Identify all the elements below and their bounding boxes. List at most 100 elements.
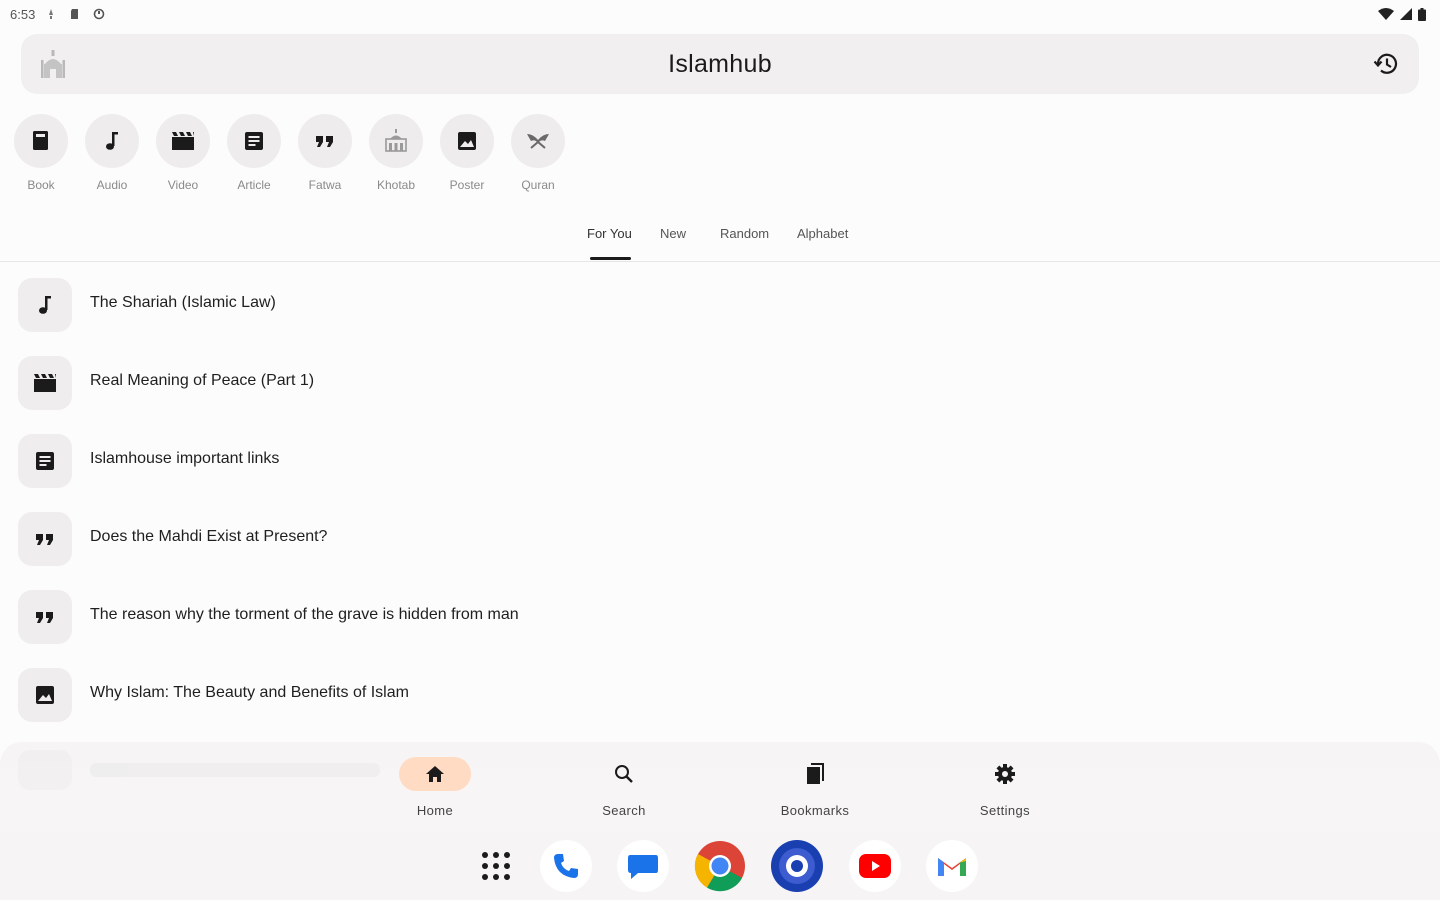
signal-icon: [1400, 8, 1412, 20]
category-label: Book: [27, 178, 55, 192]
tab-new[interactable]: New: [660, 226, 686, 241]
quote-icon: [36, 534, 53, 545]
nav-settings[interactable]: Settings: [945, 757, 1065, 818]
nav-bookmarks[interactable]: Bookmarks: [755, 757, 875, 818]
nav-label: Home: [416, 803, 454, 818]
chat-icon: [628, 855, 658, 879]
list-item[interactable]: Real Meaning of Peace (Part 1): [0, 348, 1440, 418]
list-item-title: Islamhouse important links: [90, 450, 280, 467]
list-item[interactable]: The reason why the torment of the grave …: [0, 582, 1440, 652]
article-icon: [245, 132, 263, 150]
item-type-badge: [18, 356, 72, 410]
app-drawer-button[interactable]: [470, 840, 522, 892]
list-item-title: Real Meaning of Peace (Part 1): [90, 372, 315, 389]
sd-card-icon: [71, 9, 79, 19]
item-type-badge: [18, 512, 72, 566]
nav-label: Search: [602, 803, 646, 818]
nav-search[interactable]: Search: [564, 757, 684, 818]
category-article[interactable]: Article: [227, 114, 281, 192]
clapperboard-icon: [34, 374, 56, 392]
category-book-button[interactable]: [14, 114, 68, 168]
peek-item-text: [90, 763, 380, 777]
list-item[interactable]: Does the Mahdi Exist at Present?: [0, 504, 1440, 574]
history-icon[interactable]: [1373, 50, 1401, 78]
notification-icon: [49, 9, 54, 19]
category-quran[interactable]: Quran: [511, 114, 565, 192]
nav-home-pill[interactable]: [399, 757, 471, 791]
chrome-app[interactable]: [694, 840, 746, 892]
category-audio-button[interactable]: [85, 114, 139, 168]
camera-app[interactable]: [771, 840, 823, 892]
image-icon: [458, 132, 476, 150]
list-item-title: The Shariah (Islamic Law): [90, 294, 276, 311]
music-note-icon: [39, 296, 51, 314]
category-label: Fatwa: [308, 178, 342, 192]
category-quran-button[interactable]: [511, 114, 565, 168]
category-label: Quran: [521, 178, 555, 192]
sync-icon: [94, 8, 105, 20]
category-khotab-button[interactable]: [369, 114, 423, 168]
category-fatwa[interactable]: Fatwa: [298, 114, 352, 192]
tab-alphabet[interactable]: Alphabet: [797, 226, 848, 241]
category-row: Book Audio Video Article Fatwa Khotab Po…: [14, 114, 565, 192]
category-label: Audio: [96, 178, 128, 192]
list-item[interactable]: Islamhouse important links: [0, 426, 1440, 496]
list-item-title: The reason why the torment of the grave …: [90, 606, 519, 623]
tab-random[interactable]: Random: [720, 226, 769, 241]
category-article-button[interactable]: [227, 114, 281, 168]
nav-settings-pill[interactable]: [969, 757, 1041, 791]
item-type-badge: [18, 278, 72, 332]
tab-for-you[interactable]: For You: [587, 226, 632, 241]
top-app-bar: Islamhub: [21, 34, 1419, 94]
nav-label: Bookmarks: [780, 803, 850, 818]
nav-home[interactable]: Home: [375, 757, 495, 818]
peek-item-box: [18, 750, 72, 790]
bookmarks-icon: [807, 763, 824, 784]
wifi-icon: [1378, 8, 1394, 20]
youtube-icon: [859, 854, 891, 878]
nav-label: Settings: [979, 803, 1031, 818]
image-icon: [36, 686, 54, 704]
page-title: Islamhub: [668, 49, 772, 78]
category-label: Article: [237, 178, 271, 192]
category-audio[interactable]: Audio: [85, 114, 139, 192]
tab-active-indicator: [590, 257, 631, 260]
status-time: 6:53: [10, 6, 36, 22]
category-label: Poster: [449, 178, 485, 192]
list-item[interactable]: Why Islam: The Beauty and Benefits of Is…: [0, 660, 1440, 730]
category-book[interactable]: Book: [14, 114, 68, 192]
category-video-button[interactable]: [156, 114, 210, 168]
status-bar: 6:53: [0, 0, 1440, 28]
gmail-app[interactable]: [926, 840, 978, 892]
scrolled-list-item-peek: [18, 750, 380, 790]
gmail-icon: [938, 858, 966, 876]
mosque-icon: [385, 129, 407, 152]
category-khotab[interactable]: Khotab: [369, 114, 423, 192]
category-poster[interactable]: Poster: [440, 114, 494, 192]
nav-search-pill[interactable]: [588, 757, 660, 791]
list-item-title: Does the Mahdi Exist at Present?: [90, 528, 328, 545]
bottom-navigation: Home Search Bookmarks Settings: [0, 742, 1440, 832]
category-label: Video: [167, 178, 199, 192]
search-icon: [615, 765, 633, 783]
list-item[interactable]: The Shariah (Islamic Law): [0, 270, 1440, 340]
tab-bar: For You New Random Alphabet: [0, 220, 1440, 262]
nav-bookmarks-pill[interactable]: [779, 757, 851, 791]
item-type-badge: [18, 434, 72, 488]
quran-icon: [527, 134, 549, 149]
phone-app[interactable]: [540, 840, 592, 892]
item-type-badge: [18, 590, 72, 644]
category-video[interactable]: Video: [156, 114, 210, 192]
category-fatwa-button[interactable]: [298, 114, 352, 168]
camera-icon: [779, 848, 815, 884]
phone-icon: [554, 854, 578, 878]
quote-icon: [36, 612, 53, 623]
youtube-app[interactable]: [849, 840, 901, 892]
article-icon: [36, 452, 54, 470]
item-type-badge: [18, 668, 72, 722]
clapperboard-icon: [172, 132, 194, 150]
battery-icon: [1418, 7, 1426, 21]
category-poster-button[interactable]: [440, 114, 494, 168]
messages-app[interactable]: [617, 840, 669, 892]
quote-icon: [316, 136, 333, 147]
